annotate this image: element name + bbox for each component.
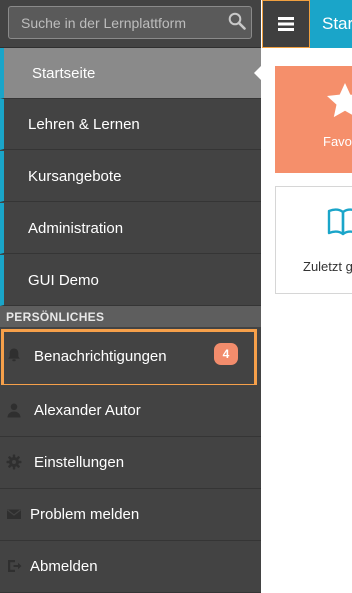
nav-item-administration[interactable]: Administration — [0, 203, 261, 254]
nav-item-lehren-lernen[interactable]: Lehren & Lernen — [0, 99, 261, 150]
personal-item-label: Problem melden — [30, 506, 140, 523]
page-title: Star — [322, 14, 352, 33]
nav-item-label: Startseite — [32, 64, 96, 82]
notification-badge: 4 — [214, 343, 238, 365]
nav-item-gui-demo[interactable]: GUI Demo — [0, 255, 261, 306]
active-indicator — [254, 65, 262, 81]
recent-tile-label: Zuletzt g — [303, 259, 352, 274]
search-bar — [0, 0, 261, 48]
hamburger-icon — [278, 17, 294, 31]
menu-toggle-button[interactable] — [262, 0, 310, 48]
personal-item-logout[interactable]: Abmelden — [0, 541, 261, 593]
personal-item-label: Abmelden — [30, 558, 98, 575]
logout-icon — [8, 560, 22, 572]
personal-item-label: Alexander Autor — [34, 402, 141, 419]
sidebar: Startseite Lehren & Lernen Kursangebote … — [0, 0, 262, 593]
nav-item-kursangebote[interactable]: Kursangebote — [0, 151, 261, 202]
nav-item-label: Administration — [28, 219, 124, 237]
page-title-bar: Star — [310, 0, 352, 48]
envelope-icon — [7, 509, 21, 519]
personal-item-report-problem[interactable]: Problem melden — [0, 489, 261, 541]
nav-item-label: GUI Demo — [28, 271, 99, 289]
personal-item-user[interactable]: Alexander Autor — [0, 385, 261, 437]
favorites-tile[interactable]: Favo — [275, 66, 352, 173]
search-icon[interactable] — [228, 12, 246, 30]
nav-item-label: Kursangebote — [28, 167, 122, 185]
nav-item-label: Lehren & Lernen — [28, 115, 140, 133]
book-icon — [327, 208, 352, 236]
personal-item-settings[interactable]: Einstellungen — [0, 437, 261, 489]
section-header-personal: PERSÖNLICHES — [0, 306, 261, 327]
nav-item-startseite[interactable]: Startseite — [0, 48, 262, 99]
personal-item-label: Benachrichtigungen — [34, 347, 167, 365]
search-input[interactable] — [8, 6, 252, 39]
star-icon — [327, 83, 352, 118]
bell-icon — [8, 348, 20, 362]
personal-item-label: Einstellungen — [34, 454, 125, 471]
recent-tile[interactable]: Zuletzt g — [275, 186, 352, 294]
user-icon — [7, 403, 21, 418]
gear-icon — [6, 454, 22, 470]
favorites-tile-label: Favo — [323, 134, 352, 149]
